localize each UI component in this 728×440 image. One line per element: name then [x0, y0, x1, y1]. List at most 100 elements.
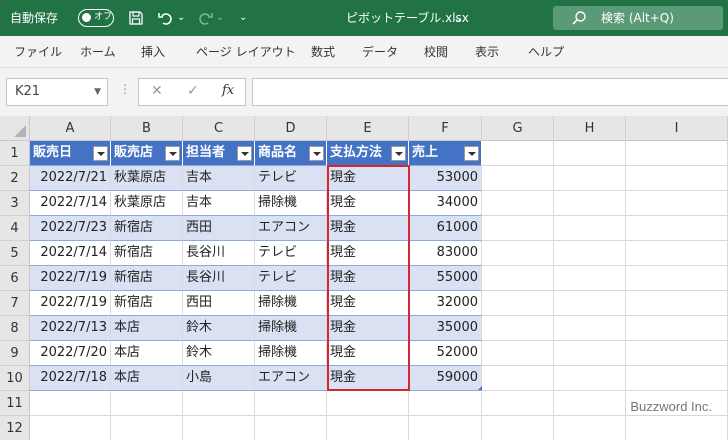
staff-cell[interactable]: 鈴木 [183, 316, 255, 341]
column-header-e[interactable]: E [327, 116, 409, 141]
sales-cell[interactable]: 61000 [409, 216, 482, 241]
undo-dropdown-icon[interactable]: ⌄ [177, 0, 185, 36]
header-staff[interactable]: 担当者 [183, 141, 255, 166]
product-cell[interactable]: エアコン [255, 366, 327, 391]
filter-dropdown-icon[interactable] [464, 146, 479, 161]
store-cell[interactable]: 新宿店 [111, 291, 183, 316]
filter-dropdown-icon[interactable] [309, 146, 324, 161]
row-header[interactable]: 11 [0, 391, 30, 416]
empty-cell[interactable] [626, 166, 728, 191]
empty-cell[interactable] [626, 191, 728, 216]
empty-cell[interactable] [554, 241, 626, 266]
empty-cell[interactable] [30, 416, 111, 440]
staff-cell[interactable]: 西田 [183, 291, 255, 316]
empty-cell[interactable] [554, 166, 626, 191]
menu-page-layout[interactable]: ページ レイアウト [196, 36, 296, 68]
column-header-f[interactable]: F [409, 116, 482, 141]
header-payment[interactable]: 支払方法 [327, 141, 409, 166]
empty-cell[interactable] [554, 266, 626, 291]
empty-cell[interactable] [183, 391, 255, 416]
name-box[interactable]: K21 ▼ [6, 78, 108, 106]
header-sales-date[interactable]: 販売日 [30, 141, 111, 166]
empty-cell[interactable] [409, 391, 482, 416]
sales-cell[interactable]: 35000 [409, 316, 482, 341]
row-header[interactable]: 5 [0, 241, 30, 266]
date-cell[interactable]: 2022/7/14 [30, 241, 111, 266]
filter-dropdown-icon[interactable] [237, 146, 252, 161]
menu-formulas[interactable]: 数式 [311, 36, 335, 68]
row-header[interactable]: 10 [0, 366, 30, 391]
column-header-a[interactable]: A [30, 116, 111, 141]
empty-cell[interactable] [409, 416, 482, 440]
payment-cell[interactable]: 現金 [327, 366, 409, 391]
product-cell[interactable]: 掃除機 [255, 341, 327, 366]
sales-cell[interactable]: 34000 [409, 191, 482, 216]
store-cell[interactable]: 新宿店 [111, 266, 183, 291]
empty-cell[interactable] [626, 366, 728, 391]
empty-cell[interactable] [626, 316, 728, 341]
store-cell[interactable]: 本店 [111, 316, 183, 341]
sales-cell[interactable]: 59000 [409, 366, 482, 391]
payment-cell[interactable]: 現金 [327, 216, 409, 241]
empty-cell[interactable] [327, 391, 409, 416]
column-header-b[interactable]: B [111, 116, 183, 141]
store-cell[interactable]: 新宿店 [111, 241, 183, 266]
table-resize-handle[interactable] [478, 386, 482, 390]
filter-dropdown-icon[interactable] [391, 146, 406, 161]
payment-cell[interactable]: 現金 [327, 316, 409, 341]
payment-cell[interactable]: 現金 [327, 166, 409, 191]
empty-cell[interactable] [554, 141, 626, 166]
empty-cell[interactable] [554, 316, 626, 341]
undo-icon[interactable] [157, 9, 175, 27]
empty-cell[interactable] [111, 416, 183, 440]
empty-cell[interactable] [111, 391, 183, 416]
date-cell[interactable]: 2022/7/13 [30, 316, 111, 341]
payment-cell[interactable]: 現金 [327, 191, 409, 216]
date-cell[interactable]: 2022/7/23 [30, 216, 111, 241]
menu-home[interactable]: ホーム [80, 36, 116, 68]
product-cell[interactable]: エアコン [255, 216, 327, 241]
insert-function-icon[interactable]: fx [222, 83, 234, 98]
store-cell[interactable]: 本店 [111, 366, 183, 391]
payment-cell[interactable]: 現金 [327, 241, 409, 266]
store-cell[interactable]: 秋葉原店 [111, 191, 183, 216]
empty-cell[interactable] [626, 266, 728, 291]
empty-cell[interactable] [626, 216, 728, 241]
date-cell[interactable]: 2022/7/14 [30, 191, 111, 216]
payment-cell[interactable]: 現金 [327, 291, 409, 316]
empty-cell[interactable] [255, 391, 327, 416]
empty-cell[interactable] [482, 141, 554, 166]
date-cell[interactable]: 2022/7/20 [30, 341, 111, 366]
sales-cell[interactable]: 55000 [409, 266, 482, 291]
staff-cell[interactable]: 小島 [183, 366, 255, 391]
date-cell[interactable]: 2022/7/19 [30, 266, 111, 291]
date-cell[interactable]: 2022/7/18 [30, 366, 111, 391]
empty-cell[interactable] [626, 291, 728, 316]
row-header[interactable]: 1 [0, 141, 30, 166]
empty-cell[interactable] [554, 416, 626, 440]
empty-cell[interactable] [482, 366, 554, 391]
product-cell[interactable]: テレビ [255, 266, 327, 291]
column-header-d[interactable]: D [255, 116, 327, 141]
empty-cell[interactable] [255, 416, 327, 440]
payment-cell[interactable]: 現金 [327, 341, 409, 366]
column-header-c[interactable]: C [183, 116, 255, 141]
filter-dropdown-icon[interactable] [93, 146, 108, 161]
empty-cell[interactable] [482, 316, 554, 341]
row-header[interactable]: 7 [0, 291, 30, 316]
empty-cell[interactable] [626, 341, 728, 366]
product-cell[interactable]: テレビ [255, 241, 327, 266]
row-header[interactable]: 9 [0, 341, 30, 366]
column-header-g[interactable]: G [482, 116, 554, 141]
menu-insert[interactable]: 挿入 [141, 36, 165, 68]
formula-bar-grip-icon[interactable]: ⋮ [119, 82, 131, 96]
column-header-i[interactable]: I [626, 116, 728, 141]
header-sales[interactable]: 売上 [409, 141, 482, 166]
empty-cell[interactable] [554, 366, 626, 391]
cancel-icon[interactable]: ✕ [151, 83, 163, 99]
spreadsheet-grid[interactable]: A B C D E F G H I 1 2 3 4 5 6 7 8 9 10 11 12 販売日 販売店 担当者 商品名 支払方法… [0, 116, 728, 440]
empty-cell[interactable] [482, 291, 554, 316]
redo-dropdown-icon[interactable]: ⌄ [216, 0, 224, 36]
staff-cell[interactable]: 西田 [183, 216, 255, 241]
empty-cell[interactable] [482, 416, 554, 440]
